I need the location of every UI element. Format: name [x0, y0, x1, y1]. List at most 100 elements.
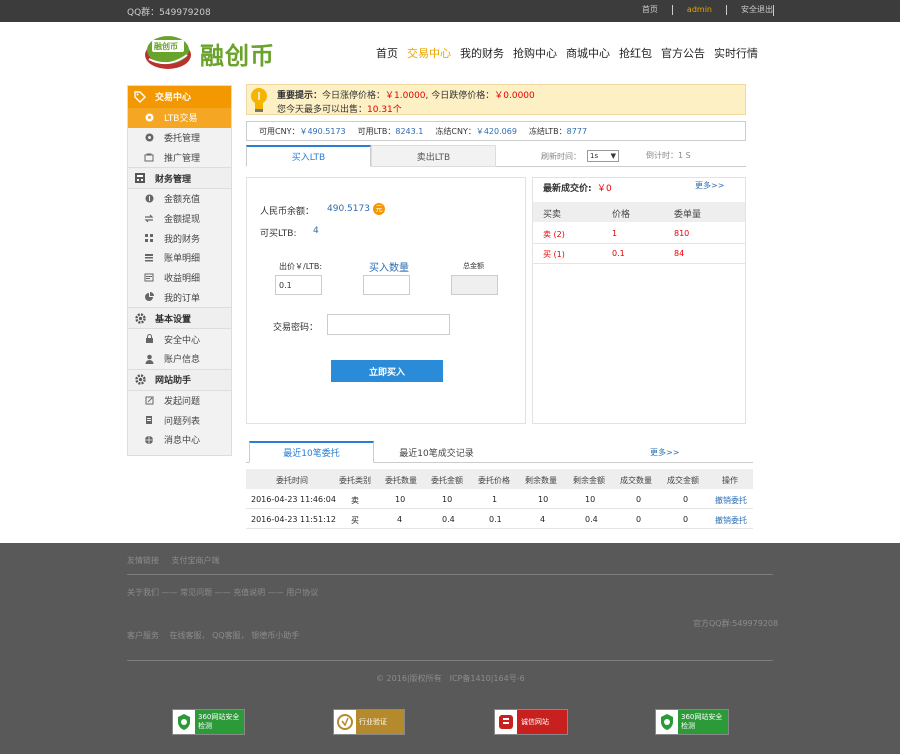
shield-icon — [173, 710, 195, 734]
sidebar-item-orders[interactable]: 委托管理 — [128, 128, 231, 148]
nav-trade-center[interactable]: 交易中心 — [407, 45, 451, 61]
transfer-icon — [144, 214, 154, 224]
up-limit-price: ￥1.0000 — [385, 91, 426, 101]
sidebar-item-earnings[interactable]: 收益明细 — [128, 268, 231, 288]
logo-badge-text: 融创币 — [154, 42, 178, 51]
sidebar-head-settings[interactable]: 基本设置 — [128, 307, 231, 330]
sidebar-item-label: 金额提现 — [164, 215, 201, 226]
dash-separator: —— — [212, 588, 234, 597]
order-price: 0.1 — [612, 249, 625, 258]
nav-red-packet[interactable]: 抢红包 — [619, 45, 652, 61]
site-logo[interactable]: 融创币 融创币 — [143, 33, 283, 73]
notice-label: 重要提示： — [277, 91, 323, 101]
orders-table: 委托时间 委托类别 委托数量 委托金额 委托价格 剩余数量 剩余金额 成交数量 … — [246, 469, 753, 529]
recharge-icon[interactable]: 元 — [373, 203, 385, 215]
history-more-link[interactable]: 更多>> — [650, 447, 679, 458]
nav-home[interactable]: 首页 — [376, 45, 398, 61]
sidebar-item-label: 账户信息 — [164, 355, 201, 366]
cny-balance-label: 人民币余额： — [260, 207, 315, 217]
home-link[interactable]: 首页 — [628, 5, 673, 15]
nav-announcements[interactable]: 官方公告 — [661, 45, 705, 61]
buy-now-button[interactable]: 立即买入 — [331, 360, 443, 382]
col-order-amount: 委托金额 — [431, 476, 463, 485]
sidebar-item-ltb-trade[interactable]: LTB交易 — [128, 108, 231, 128]
about-link[interactable]: 关于我们 — [127, 588, 159, 597]
refresh-interval-select[interactable]: 1s ▼ — [587, 150, 619, 162]
nav-my-finance[interactable]: 我的财务 — [460, 45, 504, 61]
logout-link[interactable]: 安全退出 — [727, 5, 773, 15]
table-header: 委托时间 委托类别 委托数量 委托金额 委托价格 剩余数量 剩余金额 成交数量 … — [246, 469, 753, 489]
gear-dot-icon — [144, 133, 154, 143]
quantity-input[interactable] — [363, 275, 410, 295]
col-filled-amount: 成交金额 — [667, 476, 699, 485]
sidebar-item-messages[interactable]: 消息中心 — [128, 430, 231, 450]
tab-recent-trades[interactable]: 最近10笔成交记录 — [374, 441, 499, 463]
alipay-link[interactable]: 支付宝商户端 — [172, 556, 220, 565]
trade-password-input[interactable] — [327, 314, 450, 335]
sidebar-item-label: 收益明细 — [164, 274, 201, 285]
divider — [773, 5, 774, 16]
username-link[interactable]: admin — [673, 5, 727, 15]
sidebar-item-withdraw[interactable]: 金额提现 — [128, 209, 231, 229]
down-limit-price: ￥0.0000 — [494, 91, 535, 101]
sidebar-item-my-finance[interactable]: 我的财务 — [128, 228, 231, 248]
online-support-link[interactable]: 在线客服 — [170, 631, 202, 640]
sidebar-head-label: 交易中心 — [155, 93, 192, 103]
sidebar-item-bills[interactable]: 账单明细 — [128, 248, 231, 268]
sidebar-item-my-orders[interactable]: 我的订单 — [128, 288, 231, 308]
badge-trusted-site[interactable]: 诚信网站 — [494, 709, 568, 735]
qq-support-link[interactable]: QQ客服 — [212, 631, 241, 640]
balance-row: 可用CNY：￥490.5173 可用LTB：8243.1 冻结CNY：￥420.… — [246, 121, 746, 141]
order-qty: 84 — [674, 249, 685, 258]
sidebar-head-helper[interactable]: 网站助手 — [128, 368, 231, 391]
footer: 友情链接 支付宝商户端 关于我们 —— 常见问题 —— 充值说明 —— 用户协议… — [0, 543, 900, 754]
sidebar-head-trade[interactable]: 交易中心 — [128, 86, 231, 108]
user-agreement-link[interactable]: 用户协议 — [286, 588, 318, 597]
assistant-link[interactable]: 银德币小助手 — [251, 631, 299, 640]
sidebar-item-account[interactable]: 账户信息 — [128, 349, 231, 369]
badge-industry-verified[interactable]: 行业验证 — [333, 709, 405, 735]
tab-recent-orders[interactable]: 最近10笔委托 — [249, 441, 374, 463]
badge-360-safe[interactable]: 360网站安全检测 — [172, 709, 245, 735]
sidebar-item-ask[interactable]: 发起问题 — [128, 391, 231, 411]
remaining-qty: 4 — [540, 515, 546, 524]
order-book-row[interactable]: 买 (1) 0.1 84 — [533, 244, 745, 264]
badge-label: 360网站安全检测 — [198, 713, 240, 730]
nav-market[interactable]: 实时行情 — [714, 45, 758, 61]
cancel-order-link[interactable]: 撤销委托 — [715, 515, 747, 526]
last-price-label: 最新成交价: — [543, 184, 592, 194]
faq-link[interactable]: 常见问题 — [180, 588, 212, 597]
medal-icon — [334, 710, 356, 734]
ledger-icon — [144, 273, 154, 283]
frozen-cny: 冻结CNY：￥420.069 — [435, 126, 517, 137]
sidebar-item-deposit[interactable]: 金额充值 — [128, 189, 231, 209]
sidebar-item-security[interactable]: 安全中心 — [128, 329, 231, 349]
badge-360-safe[interactable]: 360网站安全检测 — [655, 709, 729, 735]
price-input[interactable]: 0.1 — [275, 275, 322, 295]
filled-amount: 0 — [683, 495, 689, 504]
recharge-guide-link[interactable]: 充值说明 — [233, 588, 265, 597]
order-type: 卖 — [351, 496, 359, 505]
sidebar-head-finance[interactable]: 财务管理 — [128, 167, 231, 190]
nav-mall[interactable]: 商城中心 — [566, 45, 610, 61]
list-icon — [144, 253, 154, 263]
filled-amount: 0 — [683, 515, 689, 524]
table-row: 2016-04-23 11:46:04 卖 10 10 1 10 10 0 0 … — [246, 489, 753, 509]
sidebar-item-label: 消息中心 — [164, 436, 201, 447]
col-remaining-amount: 剩余金额 — [573, 476, 605, 485]
trade-password-label: 交易密码： — [273, 323, 319, 333]
cancel-order-link[interactable]: 撤销委托 — [715, 495, 747, 506]
order-side: 买 (1) — [543, 250, 565, 259]
nav-flash-sale[interactable]: 抢购中心 — [513, 45, 557, 61]
order-book-row[interactable]: 卖 (2) 1 810 — [533, 224, 745, 244]
order-book-more-link[interactable]: 更多>> — [695, 180, 724, 191]
tab-buy-ltb[interactable]: 买入LTB — [246, 145, 371, 167]
col-side: 买卖 — [543, 210, 562, 220]
sidebar-item-questions[interactable]: 问题列表 — [128, 410, 231, 430]
total-label: 总金额 — [463, 262, 484, 270]
sidebar-head-label: 网站助手 — [155, 376, 192, 387]
tab-sell-ltb[interactable]: 卖出LTB — [371, 145, 496, 167]
globe-icon — [144, 435, 154, 445]
document-icon — [144, 415, 154, 425]
sidebar-item-promotion[interactable]: 推广管理 — [128, 147, 231, 167]
